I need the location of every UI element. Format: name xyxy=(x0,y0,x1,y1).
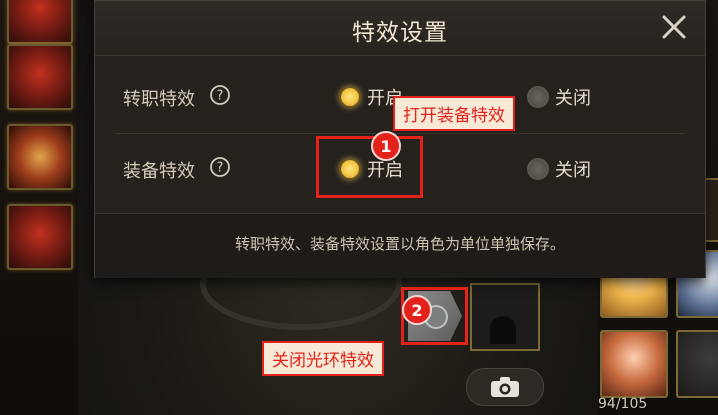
equipment-slot-top[interactable] xyxy=(7,0,73,44)
party-portrait[interactable] xyxy=(600,330,668,398)
close-icon[interactable] xyxy=(658,11,690,43)
svg-text:?: ? xyxy=(217,161,224,176)
party-portrait[interactable] xyxy=(676,330,718,398)
row-label: 转职特效 xyxy=(123,89,195,110)
radio-equipment-effect-off[interactable]: 关闭 xyxy=(527,156,591,182)
radio-unselected-icon xyxy=(527,86,549,108)
radio-selected-icon xyxy=(339,86,361,108)
inventory-counter: 94/105 xyxy=(598,396,648,412)
radio-label: 关闭 xyxy=(555,88,591,109)
camera-button[interactable] xyxy=(466,368,544,406)
annotation-number-2: 2 xyxy=(402,295,432,325)
camera-icon xyxy=(491,377,519,397)
annotation-number-1: 1 xyxy=(371,131,401,161)
equipment-column xyxy=(0,0,78,415)
svg-text:?: ? xyxy=(217,89,224,104)
annotation-label-2: 关闭光环特效 xyxy=(262,341,384,376)
help-icon[interactable]: ? xyxy=(209,84,231,106)
footer-note: 转职特效、装备特效设置以角色为单位单独保存。 xyxy=(234,235,565,253)
dialog-title: 特效设置 xyxy=(352,20,448,46)
annotation-box-equipment-on xyxy=(316,136,423,198)
equipment-slot-boots[interactable] xyxy=(7,204,73,270)
annotation-label-1: 打开装备特效 xyxy=(393,96,515,131)
equipment-slot-armor[interactable] xyxy=(7,44,73,110)
silhouette-icon xyxy=(490,316,516,344)
row-label: 装备特效 xyxy=(123,161,195,182)
radio-label: 关闭 xyxy=(555,160,591,181)
help-icon[interactable]: ? xyxy=(209,156,231,178)
dialog-header: 特效设置 xyxy=(95,1,705,56)
radio-unselected-icon xyxy=(527,158,549,180)
dialog-footer: 转职特效、装备特效设置以角色为单位单独保存。 xyxy=(95,213,705,278)
radio-class-effect-off[interactable]: 关闭 xyxy=(527,84,591,110)
equipment-slot-wings[interactable] xyxy=(7,124,73,190)
